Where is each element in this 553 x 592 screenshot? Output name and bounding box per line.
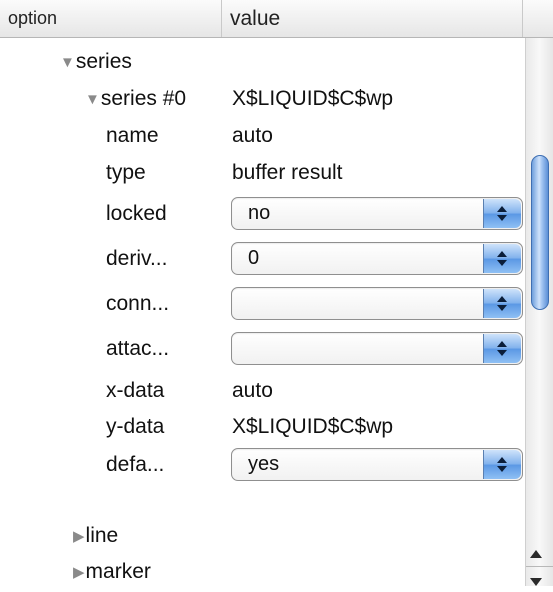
scrollbar-thumb[interactable] (531, 155, 549, 310)
up-down-chevron-icon[interactable] (483, 450, 521, 479)
tree-row-defa: defa... yes (0, 446, 525, 483)
tree-row-conn: conn... (0, 285, 525, 322)
defa-select[interactable]: yes (231, 448, 523, 481)
disclosure-triangle-down-icon[interactable]: ▼ (85, 81, 100, 118)
column-header-option[interactable]: option (0, 0, 220, 37)
series-label: series (75, 50, 132, 73)
type-label: type (106, 161, 146, 184)
conn-select[interactable] (231, 287, 523, 320)
scroll-arrow-divider (526, 566, 553, 567)
deriv-select[interactable]: 0 (231, 242, 523, 275)
name-value: auto (232, 124, 273, 147)
up-down-chevron-icon[interactable] (483, 199, 521, 228)
attac-label: attac... (106, 337, 170, 360)
line-label: line (85, 524, 119, 547)
attac-select[interactable] (231, 332, 523, 365)
tree-row-marker[interactable]: ▶marker (0, 553, 525, 590)
tree-row-series[interactable]: ▼series (0, 43, 525, 80)
y-data-label: y-data (106, 415, 165, 438)
y-data-value: X$LIQUID$C$wp (232, 415, 394, 438)
scroll-up-arrow-icon[interactable] (530, 550, 542, 558)
tree-row-x-data: x-data auto (0, 372, 525, 409)
locked-select-value: no (248, 202, 271, 224)
x-data-value: auto (232, 379, 273, 402)
disclosure-triangle-right-icon[interactable]: ▶ (73, 554, 85, 591)
type-value: buffer result (232, 161, 343, 184)
header-corner (522, 0, 553, 37)
up-down-chevron-icon[interactable] (483, 244, 521, 273)
defa-select-value: yes (248, 453, 280, 475)
scroll-down-arrow-icon[interactable] (530, 578, 542, 586)
disclosure-triangle-down-icon[interactable]: ▼ (60, 44, 75, 81)
defa-label: defa... (106, 453, 165, 476)
tree-row-line[interactable]: ▶line (0, 517, 525, 554)
tree-row-locked: locked no (0, 195, 525, 232)
locked-label: locked (106, 202, 167, 225)
tree-row-name: name auto (0, 117, 525, 154)
series-0-value: X$LIQUID$C$wp (232, 87, 394, 110)
deriv-select-value: 0 (248, 247, 260, 269)
tree-row-attac: attac... (0, 330, 525, 367)
tree-row-y-data: y-data X$LIQUID$C$wp (0, 408, 525, 445)
tree-row-type: type buffer result (0, 154, 525, 191)
series-0-label: series #0 (100, 87, 187, 110)
table-header: option value (0, 0, 553, 38)
marker-label: marker (85, 560, 151, 583)
up-down-chevron-icon[interactable] (483, 289, 521, 318)
vertical-scrollbar[interactable] (525, 38, 553, 586)
tree-row-deriv: deriv... 0 (0, 240, 525, 277)
tree-row-series-0[interactable]: ▼series #0 X$LIQUID$C$wp (0, 80, 525, 117)
deriv-label: deriv... (106, 247, 168, 270)
column-header-value[interactable]: value (221, 0, 521, 37)
conn-label: conn... (106, 292, 170, 315)
x-data-label: x-data (106, 379, 165, 402)
name-label: name (106, 124, 159, 147)
up-down-chevron-icon[interactable] (483, 334, 521, 363)
disclosure-triangle-right-icon[interactable]: ▶ (73, 518, 85, 555)
locked-select[interactable]: no (231, 197, 523, 230)
